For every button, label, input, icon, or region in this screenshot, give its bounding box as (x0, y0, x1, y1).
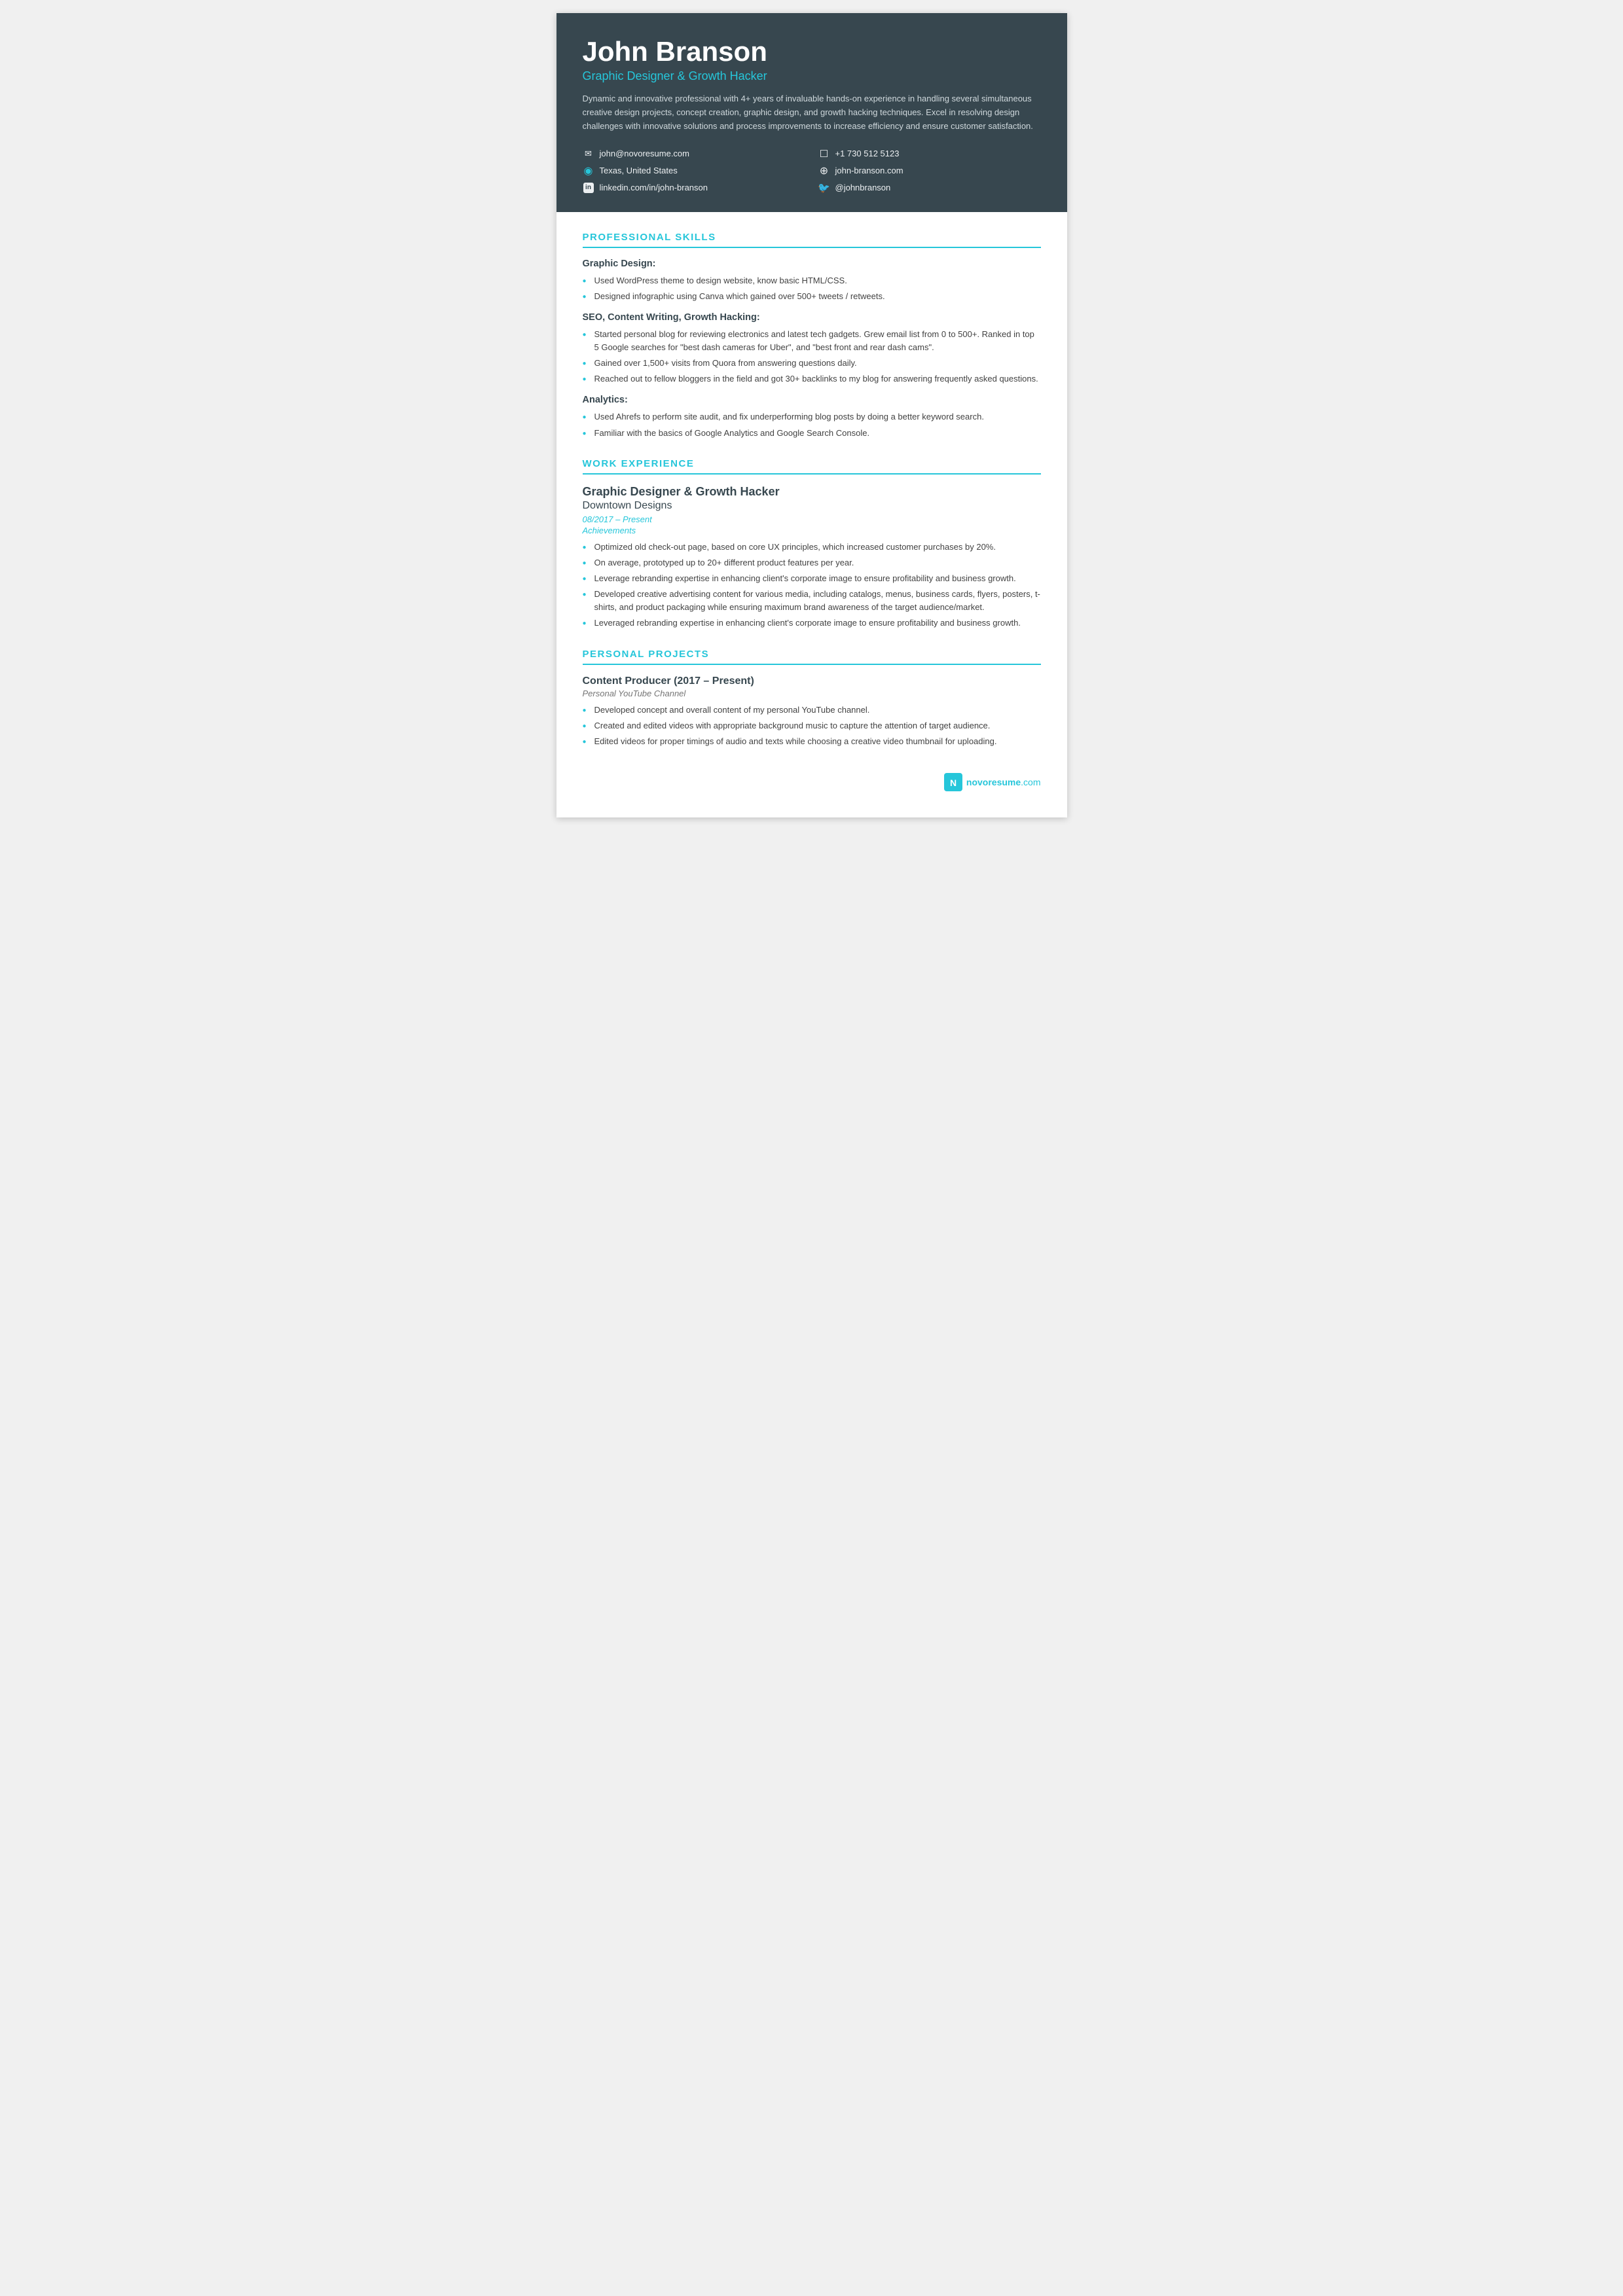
website-text: john-branson.com (835, 166, 903, 175)
projects-section: PERSONAL PROJECTS Content Producer (2017… (583, 649, 1041, 748)
list-item: Used Ahrefs to perform site audit, and f… (583, 410, 1041, 423)
contact-twitter: 🐦 @johnbranson (818, 182, 1041, 194)
list-item: Optimized old check-out page, based on c… (583, 541, 1041, 554)
list-item: Leveraged rebranding expertise in enhanc… (583, 617, 1041, 630)
website-icon: ⊕ (818, 165, 830, 177)
list-item: Leverage rebranding expertise in enhanci… (583, 572, 1041, 585)
experience-section-title: WORK EXPERIENCE (583, 458, 1041, 475)
contact-website: ⊕ john-branson.com (818, 165, 1041, 177)
contact-grid: ✉ john@novoresume.com ☐ +1 730 512 5123 … (583, 148, 1041, 194)
location-text: Texas, United States (600, 166, 678, 175)
twitter-text: @johnbranson (835, 183, 891, 192)
list-item: Created and edited videos with appropria… (583, 719, 1041, 732)
twitter-icon: 🐦 (818, 182, 830, 194)
job-title: Graphic Designer & Growth Hacker (583, 485, 1041, 499)
list-item: On average, prototyped up to 20+ differe… (583, 556, 1041, 569)
list-item: Edited videos for proper timings of audi… (583, 735, 1041, 748)
seo-list: Started personal blog for reviewing elec… (583, 328, 1041, 386)
graphic-design-list: Used WordPress theme to design website, … (583, 274, 1041, 303)
logo-domain: .com (1021, 777, 1040, 787)
seo-title: SEO, Content Writing, Growth Hacking: (583, 312, 1041, 323)
company-name: Downtown Designs (583, 500, 1041, 512)
project-title: Content Producer (2017 – Present) (583, 675, 1041, 687)
list-item: Started personal blog for reviewing elec… (583, 328, 1041, 354)
novoresume-logo-icon: N (944, 773, 962, 791)
experience-section: WORK EXPERIENCE Graphic Designer & Growt… (583, 458, 1041, 630)
list-item: Developed concept and overall content of… (583, 704, 1041, 717)
list-item: Used WordPress theme to design website, … (583, 274, 1041, 287)
project-list: Developed concept and overall content of… (583, 704, 1041, 748)
analytics-list: Used Ahrefs to perform site audit, and f… (583, 410, 1041, 439)
list-item: Designed infographic using Canva which g… (583, 290, 1041, 303)
graphic-design-title: Graphic Design: (583, 259, 1041, 269)
header-section: John Branson Graphic Designer & Growth H… (556, 13, 1067, 212)
achievements-label: Achievements (583, 526, 1041, 535)
list-item: Gained over 1,500+ visits from Quora fro… (583, 357, 1041, 370)
linkedin-text: linkedin.com/in/john-branson (600, 183, 708, 192)
contact-email: ✉ john@novoresume.com (583, 148, 805, 160)
skills-section: PROFESSIONAL SKILLS Graphic Design: Used… (583, 232, 1041, 440)
analytics-title: Analytics: (583, 395, 1041, 405)
novoresume-logo-text: novoresume.com (966, 777, 1041, 787)
projects-section-title: PERSONAL PROJECTS (583, 649, 1041, 665)
candidate-name: John Branson (583, 37, 1041, 67)
resume-document: John Branson Graphic Designer & Growth H… (556, 13, 1067, 817)
candidate-summary: Dynamic and innovative professional with… (583, 92, 1041, 133)
email-icon: ✉ (583, 148, 594, 160)
candidate-title: Graphic Designer & Growth Hacker (583, 69, 1041, 83)
contact-location: ◉ Texas, United States (583, 165, 805, 177)
phone-icon: ☐ (818, 148, 830, 160)
phone-text: +1 730 512 5123 (835, 149, 900, 158)
work-experience-list: Optimized old check-out page, based on c… (583, 541, 1041, 630)
location-icon: ◉ (583, 165, 594, 177)
project-subtitle: Personal YouTube Channel (583, 689, 1041, 698)
svg-text:N: N (950, 778, 957, 788)
contact-phone: ☐ +1 730 512 5123 (818, 148, 1041, 160)
main-content: PROFESSIONAL SKILLS Graphic Design: Used… (556, 212, 1067, 817)
footer-logo: N novoresume.com (583, 766, 1041, 791)
work-date: 08/2017 – Present (583, 514, 1041, 524)
list-item: Developed creative advertising content f… (583, 588, 1041, 614)
linkedin-icon: in (583, 182, 594, 194)
contact-linkedin: in linkedin.com/in/john-branson (583, 182, 805, 194)
email-text: john@novoresume.com (600, 149, 689, 158)
list-item: Reached out to fellow bloggers in the fi… (583, 372, 1041, 386)
skills-section-title: PROFESSIONAL SKILLS (583, 232, 1041, 248)
list-item: Familiar with the basics of Google Analy… (583, 427, 1041, 440)
